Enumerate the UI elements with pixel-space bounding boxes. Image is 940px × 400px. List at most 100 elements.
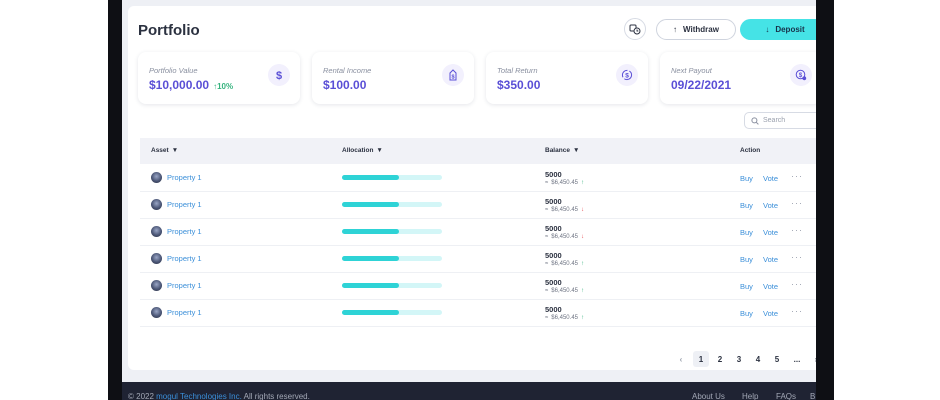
page-2[interactable]: 2 — [712, 351, 728, 367]
stat-change: ↑10% — [213, 82, 234, 91]
dollar-clock-icon: $ — [790, 64, 812, 86]
stat-value: $100.00 — [323, 78, 367, 92]
page-title: Portfolio — [138, 22, 200, 39]
balance-cell: 5000 ≈ $6,450.45 ↑ — [545, 170, 584, 186]
footer-link-about[interactable]: About Us — [692, 392, 725, 400]
asset-link[interactable]: Property 1 — [151, 307, 202, 318]
vote-link[interactable]: Vote — [763, 201, 778, 210]
balance-cell: 5000 ≈ $6,450.45 ↑ — [545, 278, 584, 294]
trend-up-icon: ↑ — [581, 261, 584, 267]
allocation-bar — [342, 175, 442, 180]
page-4[interactable]: 4 — [750, 351, 766, 367]
balance-sub: ≈ $6,450.45 ↓ — [545, 207, 584, 213]
deposit-button[interactable]: ↓ Deposit — [740, 19, 816, 40]
app-screen: Portfolio ↑ Withdraw ↓ Deposit Portfolio… — [122, 0, 816, 400]
buy-link[interactable]: Buy — [740, 174, 753, 183]
device-bezel-left — [108, 0, 122, 400]
more-menu-icon[interactable]: ··· — [791, 306, 803, 316]
more-menu-icon[interactable]: ··· — [791, 171, 803, 181]
stage: Portfolio ↑ Withdraw ↓ Deposit Portfolio… — [0, 0, 940, 400]
property-avatar — [151, 307, 162, 318]
more-menu-icon[interactable]: ··· — [791, 225, 803, 235]
buy-link[interactable]: Buy — [740, 282, 753, 291]
dollar-cycle-icon: $ — [616, 64, 638, 86]
footer-link-faqs[interactable]: FAQs — [776, 392, 796, 400]
stat-card-portfolio-value: Portfolio Value $10,000.00 ↑10% $ — [138, 52, 300, 104]
svg-text:$: $ — [451, 75, 454, 81]
vote-link[interactable]: Vote — [763, 282, 778, 291]
allocation-fill — [342, 310, 399, 315]
arrow-down-icon: ↓ — [765, 25, 770, 34]
table-row: Property 1 5000 ≈ $6,450.45 ↓ Buy Vote ··· — [140, 219, 816, 246]
property-avatar — [151, 199, 162, 210]
buy-link[interactable]: Buy — [740, 228, 753, 237]
buy-link[interactable]: Buy — [740, 309, 753, 318]
property-avatar — [151, 280, 162, 291]
column-balance[interactable]: Balance ▼ — [545, 147, 579, 154]
more-menu-icon[interactable]: ··· — [791, 279, 803, 289]
allocation-fill — [342, 202, 399, 207]
pagination-prev[interactable]: ‹ — [673, 351, 689, 367]
page-1[interactable]: 1 — [693, 351, 709, 367]
vote-link[interactable]: Vote — [763, 228, 778, 237]
balance-value: 5000 — [545, 170, 562, 179]
stat-card-next-payout: Next Payout 09/22/2021 $ — [660, 52, 816, 104]
balance-sub: ≈ $6,450.45 ↑ — [545, 261, 584, 267]
pagination-ellipsis: ... — [793, 354, 801, 364]
pagination-next[interactable]: › — [808, 351, 816, 367]
allocation-fill — [342, 229, 399, 234]
page-3[interactable]: 3 — [731, 351, 747, 367]
stat-label: Rental Income — [323, 66, 372, 75]
buy-link[interactable]: Buy — [740, 201, 753, 210]
property-avatar — [151, 172, 162, 183]
balance-value: 5000 — [545, 305, 562, 314]
property-avatar — [151, 253, 162, 264]
search-field[interactable]: Search — [744, 112, 816, 129]
stat-value: $350.00 — [497, 78, 541, 92]
allocation-bar — [342, 202, 442, 207]
trend-up-icon: ↑ — [581, 315, 584, 321]
balance-value: 5000 — [545, 224, 562, 233]
asset-link[interactable]: Property 1 — [151, 226, 202, 237]
buy-link[interactable]: Buy — [740, 255, 753, 264]
stat-value: $10,000.00 ↑10% — [149, 78, 234, 92]
vote-link[interactable]: Vote — [763, 309, 778, 318]
page-5[interactable]: 5 — [769, 351, 785, 367]
allocation-bar — [342, 229, 442, 234]
vote-link[interactable]: Vote — [763, 255, 778, 264]
table-header: Asset ▼ Allocation ▼ Balance ▼ Action — [140, 138, 816, 164]
allocation-fill — [342, 283, 399, 288]
stat-label: Portfolio Value — [149, 66, 198, 75]
vote-link[interactable]: Vote — [763, 174, 778, 183]
column-action: Action — [740, 147, 761, 154]
balance-cell: 5000 ≈ $6,450.45 ↑ — [545, 251, 584, 267]
search-placeholder: Search — [763, 117, 786, 124]
asset-link[interactable]: Property 1 — [151, 253, 202, 264]
column-asset[interactable]: Asset ▼ — [151, 147, 178, 154]
footer-link-help[interactable]: Help — [742, 392, 758, 400]
more-menu-icon[interactable]: ··· — [791, 198, 803, 208]
trend-down-icon: ↓ — [581, 234, 584, 240]
footer-brand-link[interactable]: mogul Technologies Inc. — [156, 392, 242, 400]
asset-link[interactable]: Property 1 — [151, 280, 202, 291]
history-button[interactable] — [624, 18, 646, 40]
asset-link[interactable]: Property 1 — [151, 199, 202, 210]
arrow-up-icon: ↑ — [673, 25, 678, 34]
deposit-label: Deposit — [775, 25, 805, 34]
trend-up-icon: ↑ — [581, 288, 584, 294]
table-row: Property 1 5000 ≈ $6,450.45 ↑ Buy Vote ··· — [140, 246, 816, 273]
balance-sub: ≈ $6,450.45 ↑ — [545, 288, 584, 294]
footer-link-truncated[interactable]: B — [810, 392, 815, 400]
balance-sub: ≈ $6,450.45 ↑ — [545, 315, 584, 321]
search-icon — [751, 116, 759, 125]
more-menu-icon[interactable]: ··· — [791, 252, 803, 262]
table-row: Property 1 5000 ≈ $6,450.45 ↑ Buy Vote ··· — [140, 273, 816, 300]
withdraw-label: Withdraw — [683, 25, 719, 34]
table-row: Property 1 5000 ≈ $6,450.45 ↓ Buy Vote ··· — [140, 192, 816, 219]
withdraw-button[interactable]: ↑ Withdraw — [656, 19, 736, 40]
balance-cell: 5000 ≈ $6,450.45 ↓ — [545, 197, 584, 213]
asset-link[interactable]: Property 1 — [151, 172, 202, 183]
column-allocation[interactable]: Allocation ▼ — [342, 147, 383, 154]
stat-card-rental-income: Rental Income $100.00 $ — [312, 52, 474, 104]
device-bezel-right — [816, 0, 834, 400]
